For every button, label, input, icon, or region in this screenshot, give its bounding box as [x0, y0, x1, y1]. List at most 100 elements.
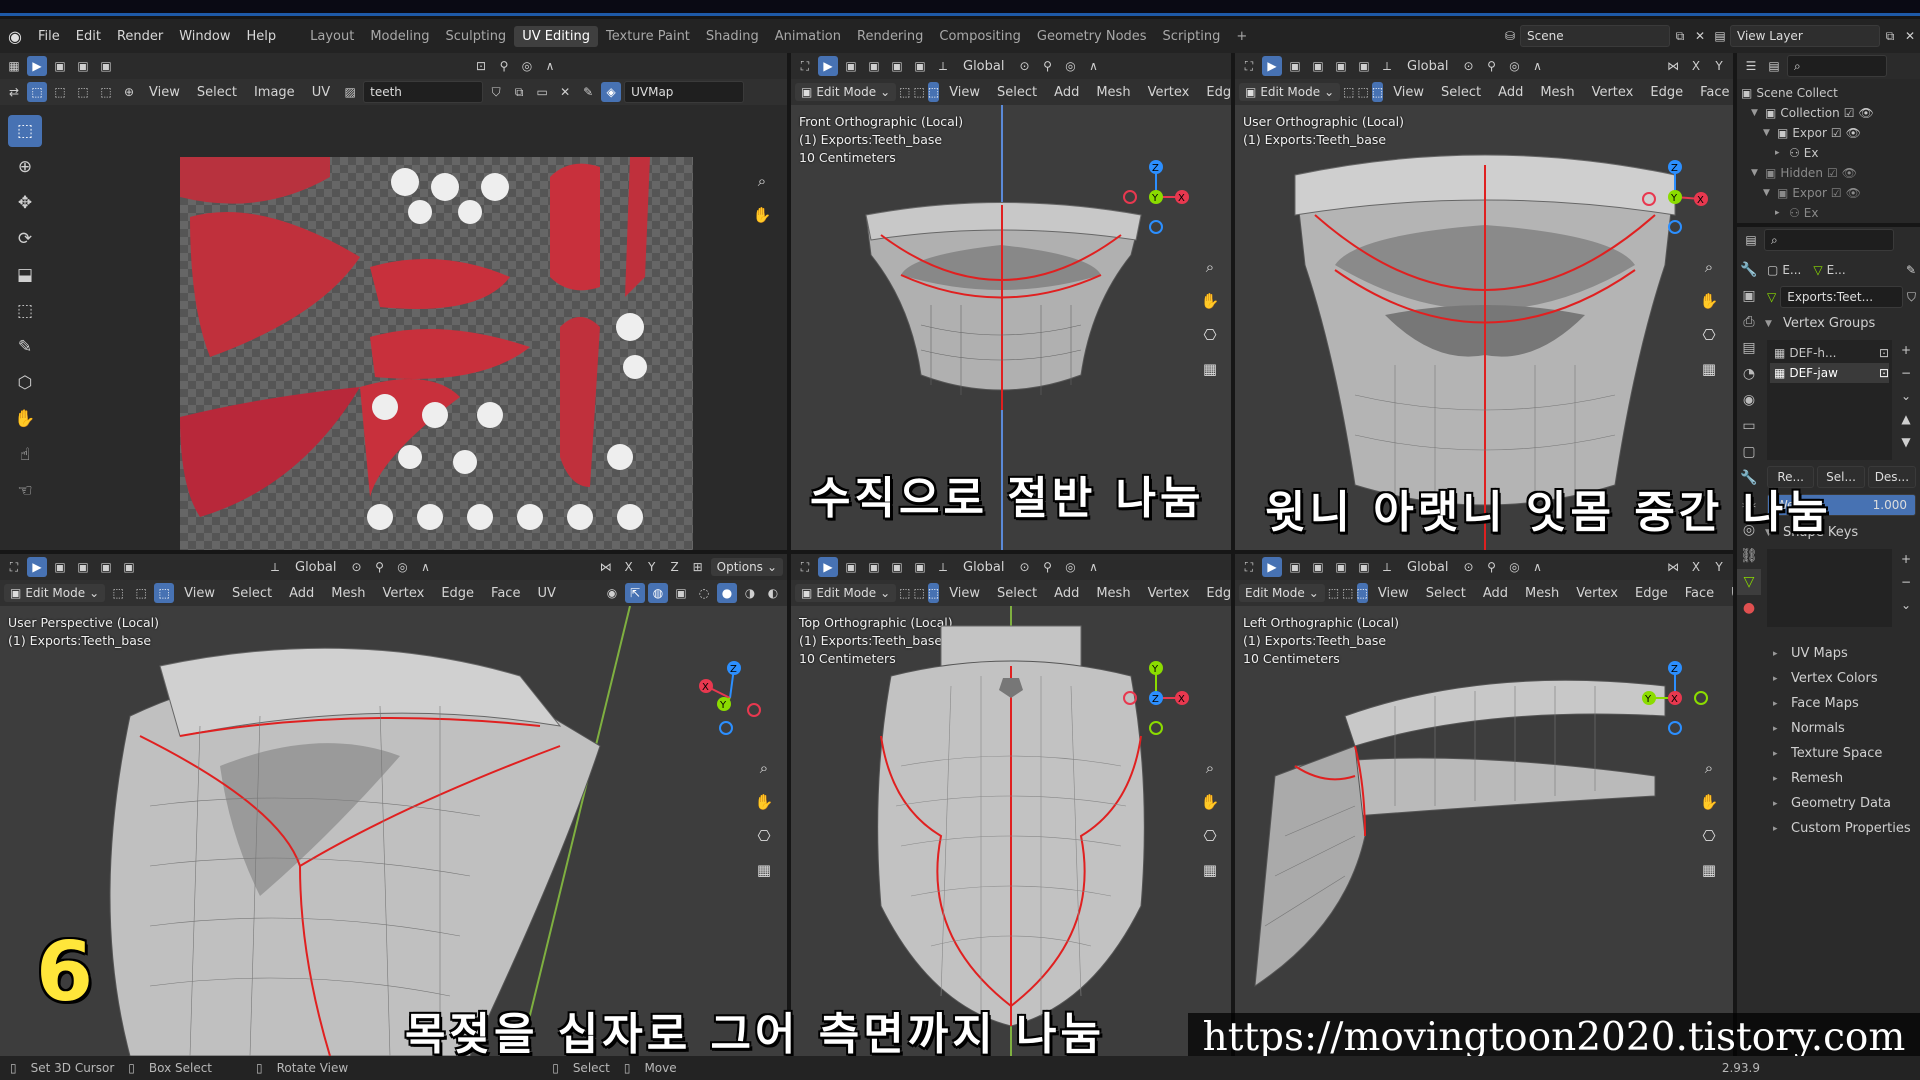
chevron-down-icon[interactable]: ⌄: [1896, 386, 1916, 406]
select-mode-icon[interactable]: ▶: [1262, 56, 1282, 76]
mesh-name-field[interactable]: Exports:Teet...: [1780, 286, 1903, 308]
menu-help[interactable]: Help: [239, 29, 285, 44]
gizmo-icon[interactable]: ⇱: [625, 583, 645, 603]
menu-select[interactable]: Select: [990, 586, 1044, 601]
view-layer-icon[interactable]: ▤: [1710, 26, 1730, 46]
vertex-select-icon[interactable]: ⬚: [1343, 82, 1354, 102]
select-extend-icon[interactable]: ▣: [73, 557, 93, 577]
snap-icon[interactable]: ⚲: [369, 557, 389, 577]
display-mode-icon[interactable]: ▤: [1764, 56, 1784, 76]
menu-select[interactable]: Select: [1419, 586, 1473, 601]
select-subtract-icon[interactable]: ▣: [96, 557, 116, 577]
scene-tab-icon[interactable]: ◔: [1737, 361, 1761, 387]
axis-gizmo[interactable]: Z X Y: [1116, 157, 1196, 237]
falloff-icon[interactable]: ∧: [1083, 557, 1103, 577]
face-select-icon[interactable]: ⬚: [1371, 82, 1384, 102]
select-invert-icon[interactable]: ▣: [1354, 56, 1374, 76]
menu-select[interactable]: Select: [990, 85, 1044, 100]
chevron-down-icon[interactable]: ⌄: [1896, 595, 1916, 615]
menu-edit[interactable]: Edit: [68, 29, 109, 44]
uv-menu-view[interactable]: View: [142, 85, 187, 100]
falloff-icon[interactable]: ∧: [415, 557, 435, 577]
tab-layout[interactable]: Layout: [302, 26, 362, 47]
unlink-image-icon[interactable]: ✕: [555, 82, 575, 102]
material-tab-icon[interactable]: ●: [1737, 595, 1761, 621]
grid-icon[interactable]: ▦: [1196, 355, 1224, 383]
select-extend-icon[interactable]: ▣: [1308, 557, 1328, 577]
menu-vertex[interactable]: Vertex: [376, 586, 432, 601]
editor-type-icon[interactable]: ☰: [1741, 56, 1761, 76]
fake-user-icon[interactable]: ⛉: [1907, 290, 1916, 305]
section-vertex-colors[interactable]: ▸ Vertex Colors: [1763, 666, 1920, 691]
object-tab-icon[interactable]: ▢: [1737, 439, 1761, 465]
blender-logo-icon[interactable]: ◉: [0, 24, 30, 48]
y-axis-toggle[interactable]: Y: [1709, 56, 1729, 76]
edge-select-icon[interactable]: ⬚: [131, 583, 151, 603]
proportional-icon[interactable]: ◎: [1060, 56, 1080, 76]
select-box-icon[interactable]: ⬚: [8, 115, 42, 147]
z-axis-toggle[interactable]: Z: [665, 557, 685, 577]
menu-add[interactable]: Add: [1047, 586, 1086, 601]
scale-icon[interactable]: ⬓: [8, 259, 42, 291]
eye-icon[interactable]: 👁: [1846, 126, 1861, 140]
mode-dropdown[interactable]: ▣ Edit Mode ⌄: [4, 584, 106, 602]
menu-edge[interactable]: Edge: [434, 586, 481, 601]
uv-canvas[interactable]: ⬚ ⊕ ✥ ⟳ ⬓ ⬚ ✎ ⬡ ✋ ☝ ☜ ⌕ ✋: [0, 105, 787, 550]
orientation-icon[interactable]: ⟂: [933, 557, 953, 577]
edge-select-icon[interactable]: ⬚: [1342, 583, 1353, 603]
new-scene-icon[interactable]: ⧉: [1670, 26, 1690, 46]
add-icon[interactable]: +: [1896, 549, 1916, 569]
pin-icon[interactable]: ✎: [578, 82, 598, 102]
editor-type-icon[interactable]: ⛶: [4, 557, 24, 577]
pivot-icon[interactable]: ⊙: [1014, 557, 1034, 577]
edge-select-icon[interactable]: ⬚: [914, 583, 925, 603]
mirror-icon[interactable]: ⋈: [596, 557, 616, 577]
move-icon[interactable]: ✥: [8, 187, 42, 219]
mode-dropdown[interactable]: ▣ Edit Mode ⌄: [1239, 83, 1341, 101]
menu-edge[interactable]: Edge: [1628, 586, 1675, 601]
editor-type-icon[interactable]: ▤: [1741, 230, 1761, 250]
select-extend-icon[interactable]: ▣: [864, 56, 884, 76]
grid-icon[interactable]: ▦: [1695, 856, 1723, 884]
menu-uv[interactable]: UV: [1724, 586, 1733, 601]
camera-icon[interactable]: ⎔: [1695, 321, 1723, 349]
expand-icon[interactable]: ▼: [1763, 188, 1773, 198]
pan-icon[interactable]: ✋: [750, 788, 778, 816]
menu-view[interactable]: View: [177, 586, 222, 601]
eye-icon[interactable]: 👁: [1842, 166, 1857, 180]
camera-icon[interactable]: ⎔: [1196, 822, 1224, 850]
scene-field[interactable]: Scene: [1520, 25, 1670, 47]
rotate-icon[interactable]: ⟳: [8, 223, 42, 255]
select-mode-icon[interactable]: ▶: [1262, 557, 1282, 577]
island-select-icon[interactable]: ⬚: [96, 82, 116, 102]
orientation-value[interactable]: Global: [288, 560, 343, 575]
remove-icon[interactable]: −: [1896, 572, 1916, 592]
tab-geometry-nodes[interactable]: Geometry Nodes: [1029, 26, 1155, 47]
orientation-value[interactable]: Global: [1400, 59, 1455, 74]
checkbox-icon[interactable]: ☑: [1827, 166, 1838, 180]
mode-dropdown[interactable]: ▣ Edit Mode ⌄: [795, 83, 897, 101]
pan-icon[interactable]: ✋: [1695, 287, 1723, 315]
section-normals[interactable]: ▸ Normals: [1763, 716, 1920, 741]
menu-window[interactable]: Window: [171, 29, 238, 44]
tab-uv-editing[interactable]: UV Editing: [514, 25, 599, 47]
menu-edge[interactable]: Edge: [1199, 85, 1231, 100]
scene-selector-icon[interactable]: ⛁: [1500, 26, 1520, 46]
uv-menu-select[interactable]: Select: [190, 85, 244, 100]
select-invert-icon[interactable]: ▣: [910, 56, 930, 76]
select-extend-icon[interactable]: ▣: [73, 56, 93, 76]
snap-icon[interactable]: ⚲: [1481, 557, 1501, 577]
zoom-icon[interactable]: ⌕: [1695, 253, 1723, 281]
select-extend-icon[interactable]: ▣: [864, 557, 884, 577]
mirror-icon[interactable]: ⋈: [1663, 56, 1683, 76]
select-new-icon[interactable]: ▣: [841, 56, 861, 76]
face-select-icon[interactable]: ⬚: [1356, 583, 1368, 603]
grid-icon[interactable]: ▦: [1695, 355, 1723, 383]
lock-icon[interactable]: ⊡: [1879, 346, 1889, 360]
tab-shading[interactable]: Shading: [698, 26, 767, 47]
tab-modeling[interactable]: Modeling: [362, 26, 437, 47]
tab-texture-paint[interactable]: Texture Paint: [598, 26, 698, 47]
expand-icon[interactable]: ▼: [1751, 108, 1761, 118]
edge-select-icon[interactable]: ⬚: [50, 82, 70, 102]
select-subtract-icon[interactable]: ▣: [96, 56, 116, 76]
